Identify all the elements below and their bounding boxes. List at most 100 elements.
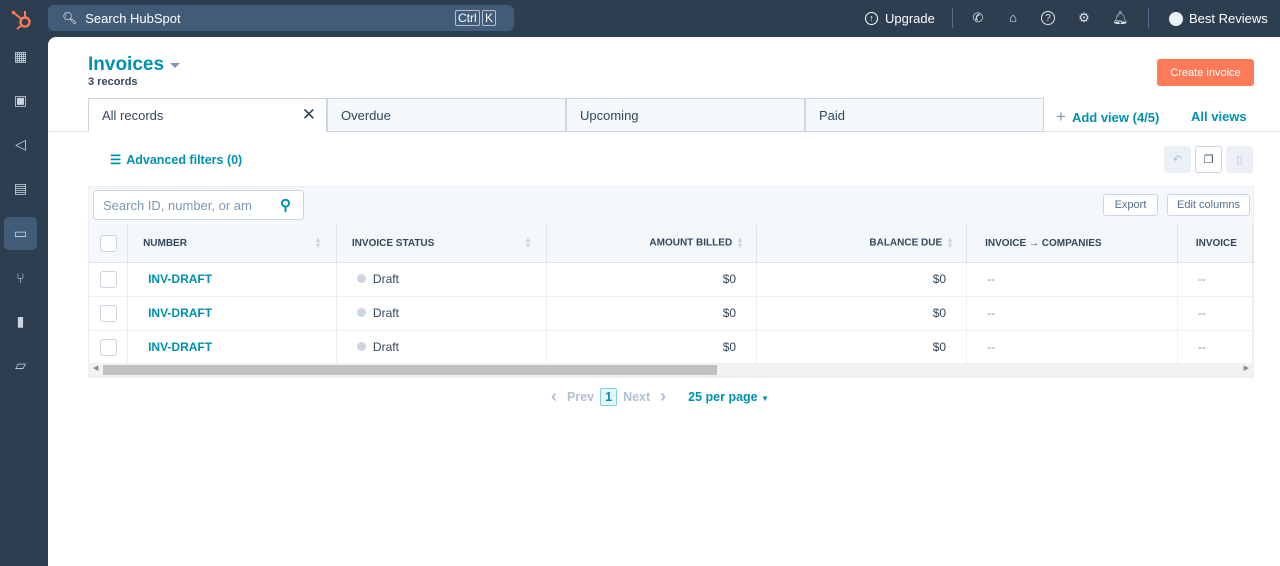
notifications-icon[interactable]: 🔔︎ (1112, 10, 1129, 26)
marketplace-icon[interactable]: ⌂ (1005, 10, 1021, 26)
search-icon: 🔍︎ (62, 11, 78, 25)
create-invoice-button[interactable]: Create invoice (1157, 59, 1254, 86)
records-table: Search ID, number, or am ⚲ Export Edit co… (88, 186, 1254, 378)
undo-icon: ↶ (1172, 154, 1183, 166)
next-button[interactable]: Next (623, 390, 650, 404)
global-search[interactable]: 🔍︎ Search HubSpot Ctrl K (48, 5, 514, 31)
column-header-balance-due[interactable]: BALANCE DUE ▲ ▼ (756, 225, 968, 263)
number-cell: INV-DRAFT (127, 330, 337, 365)
divider (1148, 8, 1149, 28)
copy-icon: ❐ (1203, 154, 1214, 166)
row-checkbox[interactable] (99, 338, 117, 356)
sort-icon[interactable]: ▲ ▼ (314, 236, 322, 250)
tab-label: Paid (819, 107, 846, 123)
column-header-number[interactable]: NUMBER ▲ ▼ (127, 225, 337, 263)
number-cell: INV-DRAFT (127, 296, 337, 331)
close-icon[interactable]: ✕ (302, 105, 316, 125)
sidebar-item-contacts[interactable]: ▣ (4, 84, 37, 117)
caret-down-icon: ▼ (761, 393, 770, 403)
search-placeholder: Search ID, number, or am (103, 197, 252, 213)
record-count: 3 records (88, 76, 138, 88)
sidebar-item-dashboard[interactable]: ▦ (4, 40, 37, 73)
sort-icon[interactable]: ▲ ▼ (524, 236, 532, 250)
upgrade-label: Upgrade (885, 11, 935, 26)
column-header-invoice[interactable]: INVOICE (1177, 225, 1254, 263)
table-row: INV-DRAFT Draft $0 $0 -- -- (89, 296, 1254, 331)
per-page-select[interactable]: 25 per page ▼ (688, 390, 769, 404)
add-view-button[interactable]: + Add view (4/5) (1056, 107, 1159, 127)
settings-icon[interactable]: ⚙ (1076, 10, 1092, 26)
page-1-button[interactable]: 1 (600, 387, 618, 406)
all-views-link[interactable]: All views (1191, 109, 1247, 124)
edit-columns-button[interactable]: Edit columns (1167, 194, 1250, 216)
shortcut-k: K (482, 10, 497, 26)
chevron-right-icon[interactable]: › (660, 386, 666, 407)
tab-label: Upcoming (580, 107, 639, 123)
shortcut-ctrl: Ctrl (455, 10, 480, 26)
invoice-link[interactable]: INV-DRAFT (148, 340, 212, 354)
companies-cell: -- (966, 330, 1178, 365)
row-select-cell (89, 262, 129, 297)
table-search-input[interactable]: Search ID, number, or am ⚲ (93, 190, 304, 220)
horizontal-scrollbar[interactable]: ◀ ▶ (89, 363, 1253, 377)
balance-cell: $0 (756, 330, 968, 365)
scroll-right-icon[interactable]: ▶ (1244, 364, 1249, 372)
account-menu[interactable]: Best Reviews (1169, 0, 1268, 37)
sidebar-item-content[interactable]: ▤ (4, 172, 37, 205)
search-icon[interactable]: ⚲ (280, 196, 291, 214)
balance-cell: $0 (756, 262, 968, 297)
help-icon[interactable]: ? (1041, 11, 1055, 25)
companies-cell: -- (966, 296, 1178, 331)
duplicate-view-button[interactable]: ❐ (1195, 146, 1222, 173)
workflow-icon: ⑂ (16, 269, 25, 286)
data-table: NUMBER ▲ ▼ INVOICE STATUS ▲ ▼ AMOUNT BILLED ▲… (89, 225, 1254, 365)
invoice-link[interactable]: INV-DRAFT (148, 306, 212, 320)
column-header-status[interactable]: INVOICE STATUS ▲ ▼ (336, 225, 547, 263)
tab-upcoming[interactable]: Upcoming (566, 98, 805, 132)
undo-button[interactable]: ↶ (1164, 146, 1191, 173)
export-button[interactable]: Export (1103, 194, 1158, 216)
number-cell: INV-DRAFT (127, 262, 337, 297)
divider (952, 8, 953, 28)
chevron-left-icon[interactable]: ‹ (551, 386, 557, 407)
sidebar-item-automation[interactable]: ⑂ (4, 261, 37, 294)
upgrade-button[interactable]: ↑ Upgrade (865, 0, 935, 37)
phone-icon[interactable]: ✆ (970, 10, 986, 26)
advanced-filters-label: Advanced filters (0) (126, 153, 243, 167)
scrollbar-thumb[interactable] (103, 365, 717, 375)
column-label: NUMBER (143, 237, 187, 249)
save-icon: ▯ (1236, 154, 1243, 166)
status-dot-icon (356, 308, 366, 317)
invoice-link[interactable]: INV-DRAFT (148, 272, 212, 286)
scroll-left-icon[interactable]: ◀ (93, 364, 98, 372)
object-switcher[interactable]: Invoices (88, 54, 181, 76)
plus-icon: + (1056, 107, 1066, 126)
tab-all-records[interactable]: All records ✕ (88, 98, 327, 132)
sort-icon[interactable]: ▲ ▼ (736, 236, 744, 250)
sidebar-item-commerce[interactable]: ▭ (4, 217, 37, 250)
column-header-companies[interactable]: INVOICE → COMPANIES (966, 225, 1178, 263)
sidebar-item-reporting[interactable]: ▮ (4, 305, 37, 338)
sidebar-item-marketing[interactable]: ◁ (4, 128, 37, 161)
column-label: INVOICE STATUS (351, 237, 435, 249)
sidebar-item-library[interactable]: ▱ (4, 349, 37, 382)
pagination: ‹ Prev 1 Next › 25 per page ▼ (551, 386, 769, 407)
search-placeholder: Search HubSpot (85, 10, 181, 26)
advanced-filters-button[interactable]: ☰ Advanced filters (0) (110, 152, 242, 167)
contacts-icon: ▣ (13, 92, 28, 108)
wallet-icon: ▭ (13, 225, 28, 241)
tab-paid[interactable]: Paid (805, 98, 1044, 132)
balance-cell: $0 (756, 296, 968, 331)
row-checkbox[interactable] (99, 270, 117, 288)
select-all-cell (89, 225, 129, 263)
row-checkbox[interactable] (99, 304, 117, 322)
amount-cell: $0 (546, 330, 758, 365)
tab-overdue[interactable]: Overdue (327, 98, 566, 132)
save-view-button[interactable]: ▯ (1226, 146, 1253, 173)
hubspot-logo-icon[interactable] (10, 7, 34, 31)
column-header-amount-billed[interactable]: AMOUNT BILLED ▲ ▼ (546, 225, 758, 263)
status-cell: Draft (336, 296, 547, 331)
prev-button[interactable]: Prev (567, 390, 594, 404)
sort-icon[interactable]: ▲ ▼ (946, 236, 954, 250)
select-all-checkbox[interactable] (99, 234, 117, 252)
